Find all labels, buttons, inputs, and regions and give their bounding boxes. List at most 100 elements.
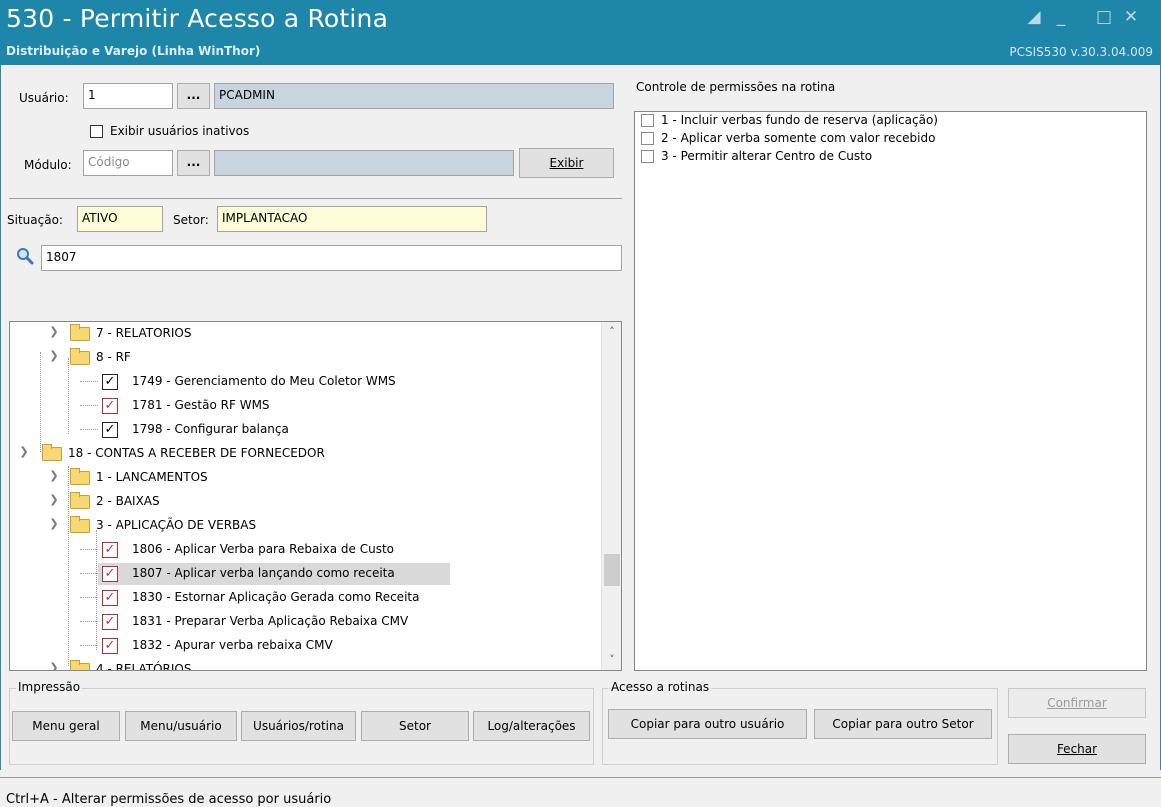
acesso-group: Acesso a rotinas Copiar para outro usuár…	[602, 680, 998, 765]
modulo-name-field	[214, 150, 514, 176]
restore-icon[interactable]: ◢	[1023, 6, 1045, 28]
tree-item[interactable]: ✓ 1806 - Aplicar Verba para Rebaixa de C…	[10, 538, 600, 562]
inactive-users-checkbox[interactable]	[90, 125, 103, 138]
situacao-field: ATIVO	[77, 206, 163, 232]
menu-usuario-button[interactable]: Menu/usuário	[125, 711, 237, 741]
copiar-usuario-button[interactable]: Copiar para outro usuário	[608, 709, 807, 739]
usuario-name-field: PCADMIN	[214, 83, 614, 109]
tree-item-label: 4 - RELATÓRIOS	[96, 662, 192, 671]
checked-icon[interactable]: ✓	[102, 398, 118, 414]
tree-connector	[80, 573, 98, 574]
folder-icon	[70, 348, 90, 365]
scroll-thumb[interactable]	[604, 554, 620, 586]
tree-item[interactable]: ✓ 1832 - Apurar verba rebaixa CMV	[10, 634, 600, 658]
tree-item-label: 1 - LANCAMENTOS	[96, 470, 208, 484]
permission-label: 2 - Aplicar verba somente com valor rece…	[661, 131, 936, 145]
confirmar-button[interactable]: Confirmar	[1008, 688, 1146, 718]
tree-item-label: 1832 - Apurar verba rebaixa CMV	[132, 638, 333, 652]
chevron-down-icon[interactable]: ❯	[48, 517, 60, 530]
usuario-code-input[interactable]: 1	[83, 83, 173, 109]
tree-item[interactable]: ❯ 8 - RF	[10, 346, 600, 370]
title-bar: 530 - Permitir Acesso a Rotina Distribui…	[0, 0, 1161, 65]
usuario-label: Usuário:	[19, 91, 69, 105]
tree-item[interactable]: ❯ 4 - RELATÓRIOS	[10, 658, 600, 671]
tree-item[interactable]: ✓ 1831 - Preparar Verba Aplicação Rebaix…	[10, 610, 600, 634]
menu-geral-button[interactable]: Menu geral	[12, 711, 120, 741]
checked-icon[interactable]: ✓	[102, 374, 118, 390]
chevron-right-icon[interactable]: ❯	[48, 469, 60, 482]
tree-item[interactable]: ❯ 3 - APLICAÇÃO DE VERBAS	[10, 514, 600, 538]
modulo-code-input[interactable]: Código	[83, 150, 173, 176]
checked-icon[interactable]: ✓	[102, 638, 118, 654]
tree-item-label: 1807 - Aplicar verba lançando como recei…	[132, 566, 395, 580]
checked-icon[interactable]: ✓	[102, 542, 118, 558]
tree-scrollbar[interactable]: ˄ ˅	[601, 322, 621, 670]
folder-icon	[70, 660, 90, 670]
confirmar-label: Confirmar	[1047, 696, 1107, 710]
maximize-icon[interactable]: □	[1093, 6, 1115, 28]
copiar-setor-button[interactable]: Copiar para outro Setor	[814, 709, 992, 739]
folder-icon	[70, 468, 90, 485]
tree-connector	[80, 429, 98, 430]
setor-label: Setor:	[173, 213, 209, 227]
folder-icon	[42, 444, 62, 461]
setor-button[interactable]: Setor	[361, 711, 469, 741]
tree-connector	[80, 549, 98, 550]
minimize-icon[interactable]: _	[1050, 6, 1072, 28]
impressao-title: Impressão	[16, 680, 83, 694]
chevron-down-icon[interactable]: ❯	[18, 445, 30, 458]
impressao-group: Impressão Menu geral Menu/usuário Usuári…	[9, 680, 594, 765]
routine-tree[interactable]: ❯ 7 - RELATORIOS ❯ 8 - RF ✓ 1749 - Geren…	[9, 321, 622, 671]
usuarios-rotina-button[interactable]: Usuários/rotina	[241, 711, 356, 741]
permissions-title: Controle de permissões na rotina	[636, 80, 836, 94]
status-text: Ctrl+A - Alterar permissões de acesso po…	[6, 792, 332, 807]
scroll-down-icon[interactable]: ˅	[602, 650, 621, 670]
scroll-up-icon[interactable]: ˄	[602, 322, 621, 342]
search-input[interactable]: 1807	[41, 245, 622, 271]
modulo-label: Módulo:	[24, 158, 72, 172]
tree-item[interactable]: ❯ 7 - RELATORIOS	[10, 322, 600, 346]
tree-item[interactable]: ✓ 1830 - Estornar Aplicação Gerada como …	[10, 586, 600, 610]
tree-item-label: 1830 - Estornar Aplicação Gerada como Re…	[132, 590, 420, 604]
checked-icon[interactable]: ✓	[102, 614, 118, 630]
tree-item-label: 18 - CONTAS A RECEBER DE FORNECEDOR	[68, 446, 325, 460]
fechar-button[interactable]: Fechar	[1008, 734, 1146, 764]
situacao-label: Situação:	[7, 213, 63, 227]
version-label: PCSIS530 v.30.3.04.009	[1009, 45, 1153, 59]
tree-item-label: 2 - BAIXAS	[96, 494, 160, 508]
log-alteracoes-button[interactable]: Log/alterações	[473, 711, 590, 741]
checked-icon[interactable]: ✓	[102, 422, 118, 438]
modulo-browse-button[interactable]: ...	[177, 150, 210, 176]
search-icon	[16, 247, 34, 265]
tree-item[interactable]: ✓ 1798 - Configurar balança	[10, 418, 600, 442]
tree-item[interactable]: ✓ 1749 - Gerenciamento do Meu Coletor WM…	[10, 370, 600, 394]
tree-item[interactable]: ❯ 2 - BAIXAS	[10, 490, 600, 514]
tree-item[interactable]: ✓ 1781 - Gestão RF WMS	[10, 394, 600, 418]
chevron-right-icon[interactable]: ❯	[48, 325, 60, 338]
tree-item[interactable]: ❯ 18 - CONTAS A RECEBER DE FORNECEDOR	[10, 442, 600, 466]
exibir-button[interactable]: Exibir	[519, 148, 614, 178]
chevron-down-icon[interactable]: ❯	[48, 349, 60, 362]
status-bar: Ctrl+A - Alterar permissões de acesso po…	[0, 777, 1161, 807]
close-icon[interactable]: ✕	[1120, 6, 1142, 28]
tree-item-label: 1806 - Aplicar Verba para Rebaixa de Cus…	[132, 542, 394, 556]
permission-checkbox[interactable]	[641, 132, 654, 145]
tree-item-label: 1798 - Configurar balança	[132, 422, 289, 436]
tree-item-label: 3 - APLICAÇÃO DE VERBAS	[96, 518, 257, 532]
tree-item[interactable]: ❯ 1 - LANCAMENTOS	[10, 466, 600, 490]
checked-icon[interactable]: ✓	[102, 590, 118, 606]
folder-icon	[70, 492, 90, 509]
chevron-right-icon[interactable]: ❯	[48, 493, 60, 506]
tree-item-selected[interactable]: ✓ 1807 - Aplicar verba lançando como rec…	[10, 562, 600, 586]
permission-checkbox[interactable]	[641, 114, 654, 127]
window-title: 530 - Permitir Acesso a Rotina	[6, 4, 389, 33]
usuario-browse-button[interactable]: ...	[177, 83, 210, 109]
checked-icon[interactable]: ✓	[102, 566, 118, 582]
window-subtitle: Distribuição e Varejo (Linha WinThor)	[6, 44, 261, 58]
folder-icon	[70, 516, 90, 533]
tree-connector	[80, 381, 98, 382]
permission-checkbox[interactable]	[641, 150, 654, 163]
chevron-right-icon[interactable]: ❯	[48, 661, 60, 670]
inactive-users-label: Exibir usuários inativos	[110, 124, 250, 138]
tree-item-label: 1781 - Gestão RF WMS	[132, 398, 270, 412]
